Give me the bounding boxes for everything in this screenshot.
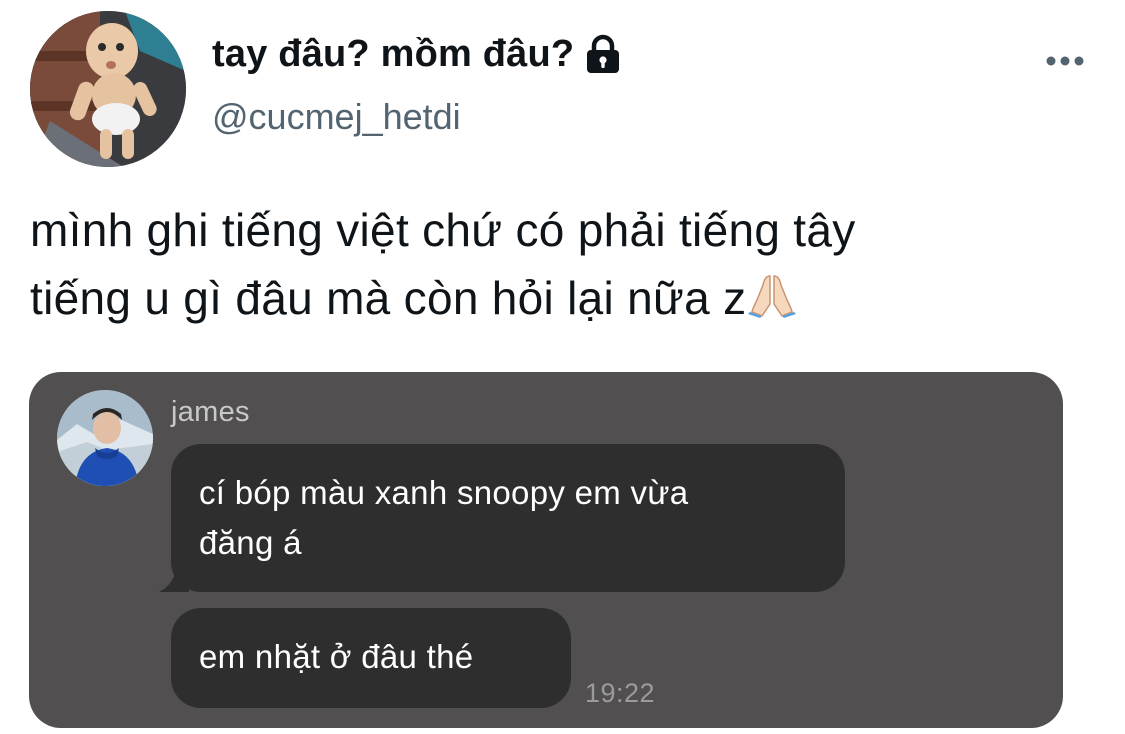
tweet-text-line-content: tiếng u gì đâu mà còn hỏi lại nữa z <box>30 272 747 324</box>
attached-chat-screenshot[interactable]: james cí bóp màu xanh snoopy em vừa đăng… <box>29 372 1063 728</box>
tweet-text-line: mình ghi tiếng việt chứ có phải tiếng tâ… <box>30 204 856 256</box>
folded-hands-emoji-icon <box>748 268 797 336</box>
message-text-line: đăng á <box>199 524 302 561</box>
lock-icon <box>584 34 622 74</box>
sender-avatar <box>57 390 153 486</box>
message-bubble: em nhặt ở đâu thé <box>171 608 571 708</box>
author-display-name[interactable]: tay đâu? mồm đâu? <box>212 33 574 76</box>
bubble-tail <box>159 564 189 597</box>
message-bubble: cí bóp màu xanh snoopy em vừa đăng á <box>171 444 845 592</box>
tweet-text: mình ghi tiếng việt chứ có phải tiếng tâ… <box>30 196 1090 336</box>
message-text-line: cí bóp màu xanh snoopy em vừa <box>199 474 689 511</box>
tweet-text-line: tiếng u gì đâu mà còn hỏi lại nữa z <box>30 264 1090 336</box>
author-name-row: tay đâu? mồm đâu? <box>212 30 622 78</box>
author-avatar[interactable] <box>30 11 186 167</box>
sender-name: james <box>171 396 250 428</box>
message-timestamp: 19:22 <box>585 678 656 708</box>
author-handle[interactable]: @cucmej_hetdi <box>212 96 461 138</box>
more-options-icon[interactable] <box>1043 44 1087 78</box>
